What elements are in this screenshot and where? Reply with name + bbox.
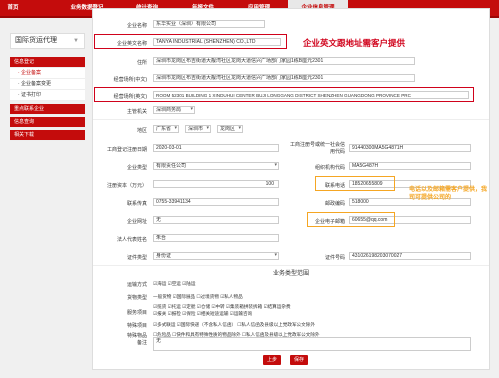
- org-code-input[interactable]: MA5G487H: [349, 162, 471, 170]
- capital-input[interactable]: 100: [153, 180, 279, 188]
- transport-label: 运输方式: [126, 282, 147, 288]
- legal-input[interactable]: 朱吾: [153, 234, 279, 242]
- company-name-input[interactable]: 东华实业（深圳）有限公司: [153, 20, 265, 28]
- sidebar-item-downloads[interactable]: 相关下载: [10, 130, 85, 141]
- office-cn-label: 经营场所(中文): [113, 77, 147, 83]
- sidebar-title-text: 国际货运代理: [15, 37, 57, 44]
- cert-no-label: 证件号码: [324, 255, 345, 261]
- special-goods-label: 特殊物品: [126, 333, 147, 339]
- address-label: 住所: [136, 60, 147, 66]
- org-code-label: 组织机构代码: [314, 165, 345, 171]
- service-options[interactable]: ☑揽货 ☑托运 ☑定舱 ☑仓储 ☑中转 ☑集装箱拼装拆箱 ☑结算运杂费: [153, 304, 291, 310]
- sidebar-item-registration[interactable]: 信息登记: [10, 57, 85, 68]
- province-select[interactable]: 广东省: [153, 125, 179, 133]
- cert-type-label: 证件类型: [126, 255, 147, 261]
- highlight-box-office-en: [94, 87, 474, 102]
- credit-code-label: 工商注册号或统一社会信用代码: [289, 142, 345, 155]
- credit-code-input[interactable]: 91440300MA5G4871H: [349, 144, 471, 152]
- highlight-box-phone: [315, 176, 395, 191]
- prev-button[interactable]: 上步: [263, 355, 281, 365]
- divider: [93, 265, 489, 266]
- fax-label: 联系传真: [126, 201, 147, 207]
- fax-input[interactable]: 0755-33941134: [153, 198, 279, 206]
- website-input[interactable]: 无: [153, 216, 279, 224]
- service-options-2[interactable]: ☑报关 ☑报检 ☑保险 ☑相关短途运输 ☑运输咨询: [153, 311, 252, 317]
- cert-type-select[interactable]: 身份证: [153, 252, 279, 260]
- address-input[interactable]: 深圳市龙岗区布吉街道大靓湾社区龙岗大道信兴广场部门家园1栋B座元2301: [153, 57, 415, 65]
- city-select[interactable]: 深圳市: [185, 125, 211, 133]
- annotation-contact: 电话以及邮箱需客户提供，我司可提供公司的: [409, 187, 488, 201]
- sidebar-item-cert-print[interactable]: · 证书打印: [10, 90, 85, 101]
- district-select[interactable]: 龙岗区: [217, 125, 243, 133]
- goods-options[interactable]: 一般货物 ☑国际展品 ☐过境货物 ☑私人物品: [153, 294, 243, 300]
- authority-select[interactable]: 深圳商务局: [153, 106, 195, 114]
- company-type-label: 企业类型: [126, 165, 147, 171]
- company-type-select[interactable]: 有限责任公司: [153, 162, 279, 170]
- remark-textarea[interactable]: 无: [153, 337, 471, 351]
- sidebar-item-filing[interactable]: · 企业备案: [10, 68, 85, 79]
- annotation-en-name: 企业英文跟地址需客户提供: [303, 38, 406, 48]
- postcode-label: 邮政编码: [324, 201, 345, 207]
- form-panel: 企业名称 东华实业（深圳）有限公司 企业英文名称 TANYA INDUSTRIA…: [92, 8, 490, 370]
- sidebar: 国际货运代理 ▼ 信息登记 · 企业备案 · 企业备案变更 · 证书打印 重点联…: [10, 30, 85, 150]
- sidebar-title[interactable]: 国际货运代理 ▼: [10, 33, 85, 49]
- company-name-label: 企业名称: [126, 23, 147, 29]
- goods-label: 货物类型: [126, 295, 147, 301]
- business-section-title: 业务类型范围: [272, 271, 309, 277]
- sidebar-item-filing-change[interactable]: · 企业备案变更: [10, 79, 85, 90]
- website-label: 企业网址: [126, 219, 147, 225]
- save-button[interactable]: 保存: [290, 355, 308, 365]
- sidebar-item-query[interactable]: 信息查询: [10, 117, 85, 128]
- special-label: 特殊项目: [126, 323, 147, 329]
- highlight-box-en-name: [94, 34, 287, 49]
- region-label: 地区: [136, 128, 147, 134]
- highlight-box-email: [307, 212, 395, 227]
- chevron-down-icon: ▼: [73, 38, 79, 44]
- special-options[interactable]: ☑多式联运 ☑国际快递（不含私人信函） ☐私人信函及县级以上党政军公文除外: [153, 322, 315, 328]
- authority-label: 主管机关: [126, 109, 147, 115]
- transport-options[interactable]: ☑海运 ☑空运 ☑陆运: [153, 281, 195, 287]
- divider: [93, 119, 489, 120]
- found-date-input[interactable]: 2020-03-01: [153, 144, 279, 152]
- sidebar-item-key-contacts[interactable]: 重点联系企业: [10, 104, 85, 115]
- remark-label: 备注: [136, 340, 147, 346]
- legal-label: 法人代表姓名: [116, 237, 147, 243]
- nav-home[interactable]: 首页: [2, 0, 24, 16]
- cert-no-input[interactable]: 431026198203070027: [349, 252, 471, 260]
- found-date-label: 工商登记注册日期: [106, 147, 147, 153]
- capital-label: 注册资本（万元）: [106, 183, 147, 189]
- office-cn-input[interactable]: 深圳市龙岗区布吉街道大靓湾社区龙岗大道信兴广场部门家园1栋B座元2301: [153, 74, 415, 82]
- service-label: 服务项目: [126, 310, 147, 316]
